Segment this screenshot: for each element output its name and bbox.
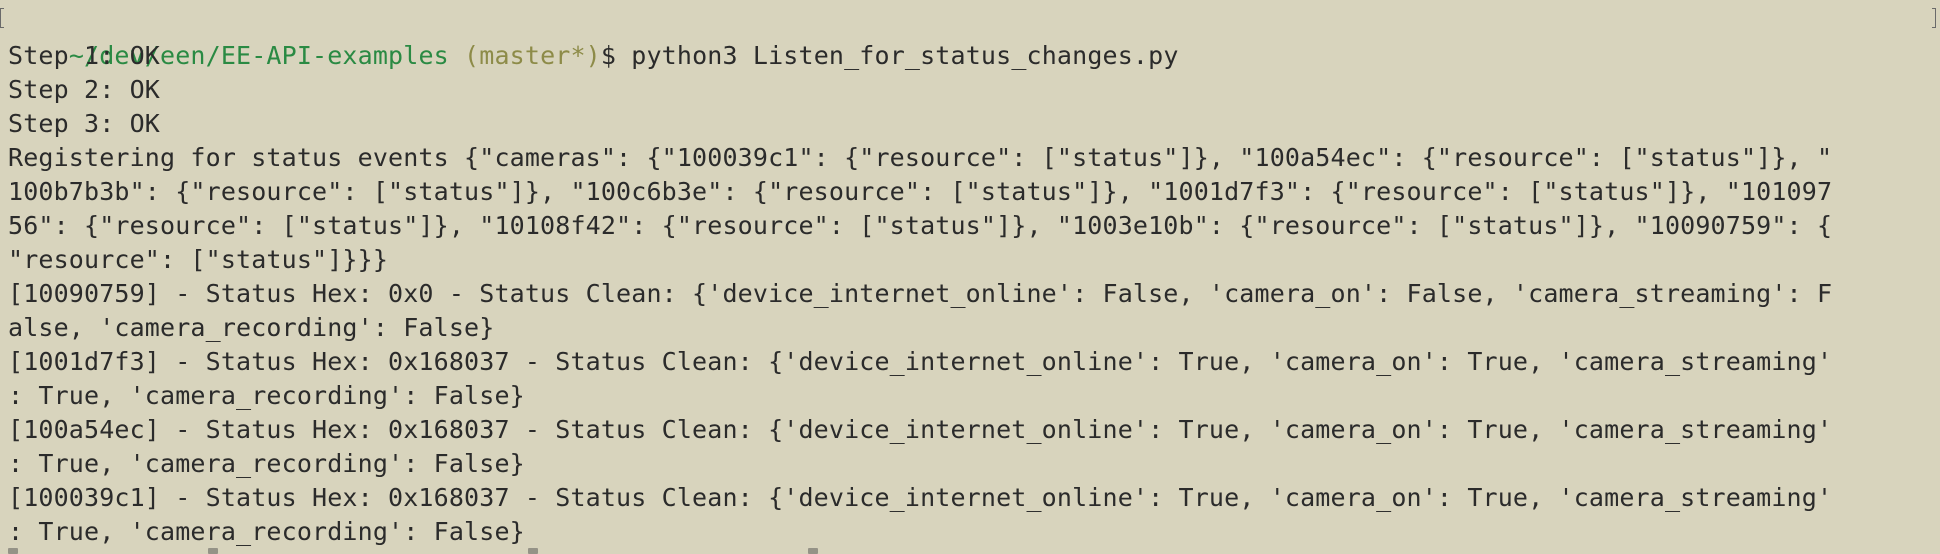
- output-line: : True, 'camera_recording': False}: [8, 517, 525, 546]
- output-line: Registering for status events {"cameras"…: [8, 143, 1833, 172]
- output-line: [100a54ec] - Status Hex: 0x168037 - Stat…: [8, 415, 1833, 444]
- prompt-line: ~/dev/een/EE-API-examples (master*)$ pyt…: [8, 5, 1179, 107]
- output-line: : True, 'camera_recording': False}: [8, 381, 525, 410]
- line-marker-left: [0, 8, 4, 28]
- output-line: 100b7b3b": {"resource": ["status"]}, "10…: [8, 177, 1833, 206]
- output-line: "resource": ["status"]}}}: [8, 245, 389, 274]
- output-line: [100039c1] - Status Hex: 0x168037 - Stat…: [8, 483, 1833, 512]
- output-line: Step 1: OK: [8, 41, 161, 70]
- command-text: python3 Listen_for_status_changes.py: [631, 41, 1179, 70]
- output-line: : True, 'camera_recording': False}: [8, 449, 525, 478]
- output-line: [10090759] - Status Hex: 0x0 - Status Cl…: [8, 279, 1833, 308]
- output-line: Step 2: OK: [8, 75, 161, 104]
- output-line: [1001d7f3] - Status Hex: 0x168037 - Stat…: [8, 347, 1833, 376]
- output-line: alse, 'camera_recording': False}: [8, 313, 495, 342]
- terminal-window[interactable]: ~/dev/een/EE-API-examples (master*)$ pyt…: [0, 0, 1940, 554]
- output-line: 56": {"resource": ["status"]}, "10108f42…: [8, 211, 1833, 240]
- scrolled-off-line-fragment-bottom: [8, 548, 1928, 554]
- prompt-git-branch: (master*): [448, 41, 601, 70]
- prompt-symbol: $: [600, 41, 632, 70]
- line-marker-right: [1932, 8, 1936, 28]
- scrolled-off-line-fragment: [640, 0, 920, 4]
- output-line: Step 3: OK: [8, 109, 161, 138]
